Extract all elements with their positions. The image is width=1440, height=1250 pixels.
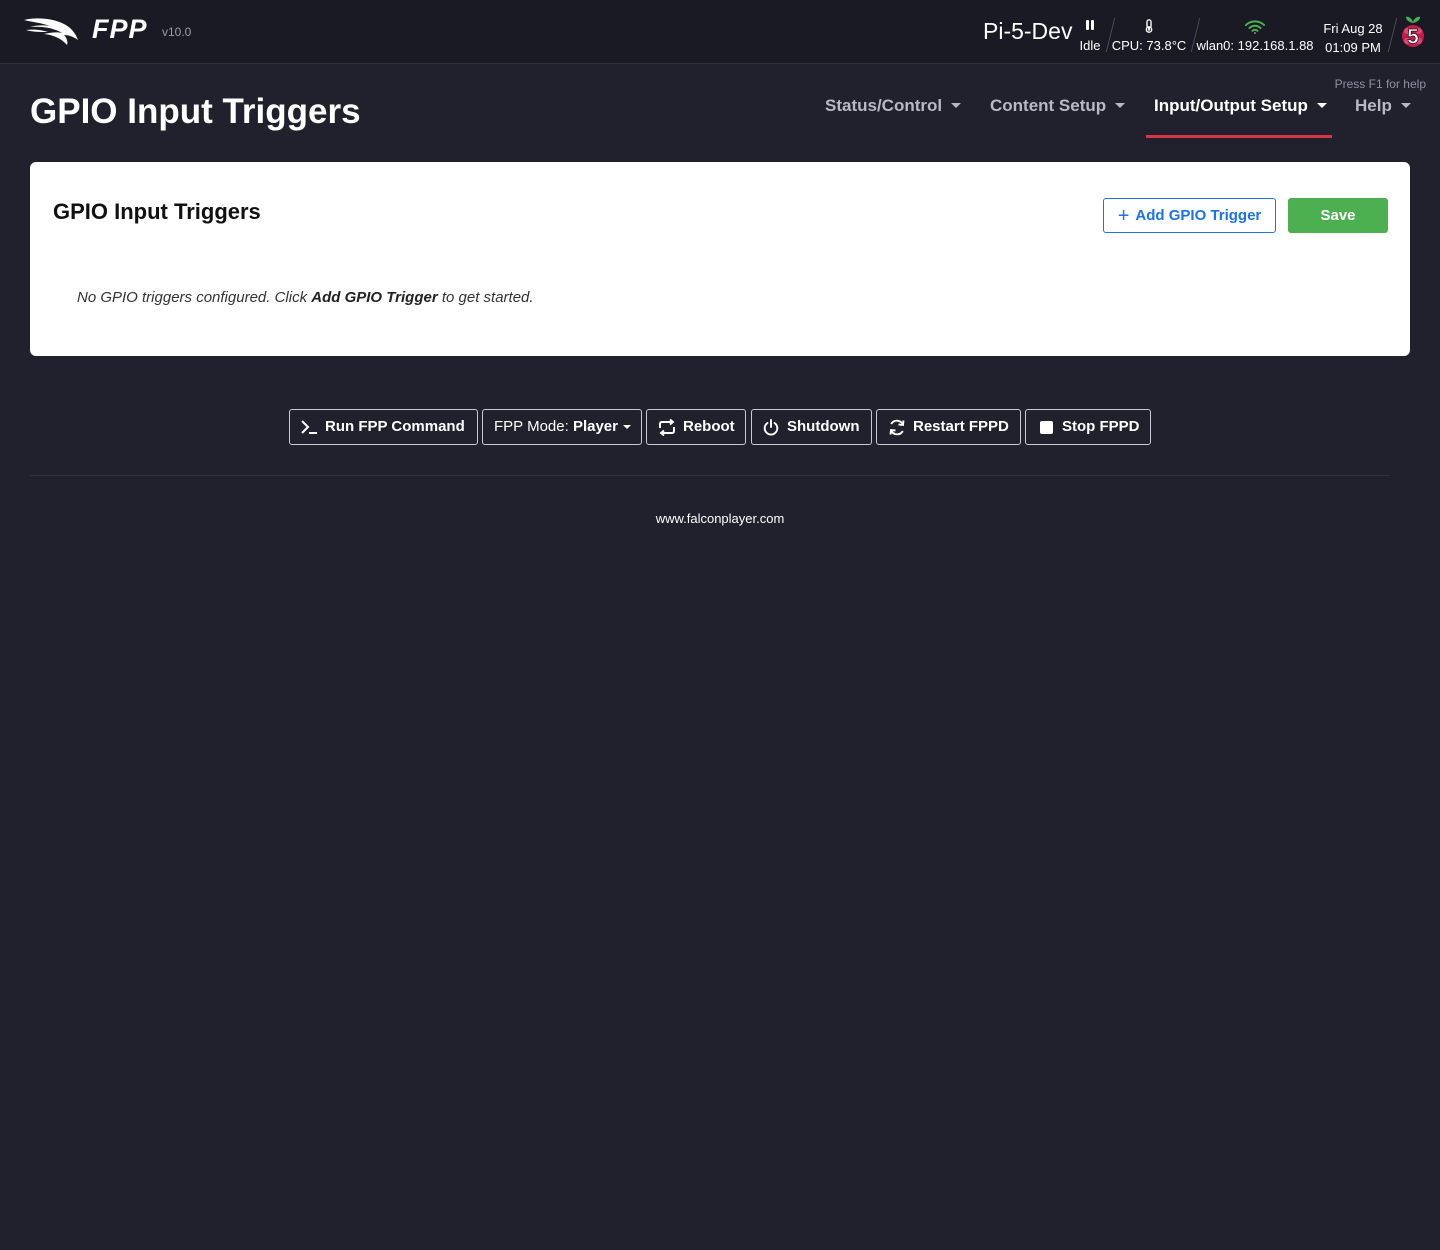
wifi-icon	[1245, 20, 1265, 34]
nav-item-label: Status/Control	[825, 96, 943, 115]
caret-down-icon	[1115, 103, 1126, 108]
reboot-icon	[659, 419, 675, 436]
add-gpio-trigger-button[interactable]: + Add GPIO Trigger	[1103, 198, 1276, 233]
terminal-icon	[301, 420, 317, 434]
caret-down-icon	[623, 425, 631, 429]
page-title: GPIO Input Triggers	[30, 92, 361, 131]
top-bar: FPP v10.0 Pi-5-Dev Idle CPU: 73.8°C wlan…	[0, 0, 1440, 64]
help-hint: Press F1 for help	[1334, 77, 1426, 91]
add-gpio-trigger-label: Add GPIO Trigger	[1135, 207, 1262, 224]
date-time: Fri Aug 28 01:09 PM	[1320, 19, 1386, 57]
player-status-label: Idle	[1079, 38, 1101, 53]
nav-item-label: Content Setup	[990, 96, 1107, 115]
player-status[interactable]: Idle	[1078, 16, 1102, 53]
caret-down-icon	[1400, 103, 1411, 108]
status-divider	[1387, 18, 1398, 52]
restart-fppd-label: Restart FPPD	[913, 418, 1009, 435]
stop-fppd-button[interactable]: Stop FPPD	[1025, 409, 1151, 445]
raspberry-pi-5-icon[interactable]: 5	[1398, 14, 1428, 50]
plus-icon: +	[1117, 205, 1130, 227]
cpu-temperature[interactable]: CPU: 73.8°C	[1110, 16, 1188, 53]
nav-input-output-setup[interactable]: Input/Output Setup	[1146, 96, 1332, 138]
gpio-triggers-card: GPIO Input Triggers + Add GPIO Trigger Sa…	[30, 162, 1410, 356]
empty-state-message: No GPIO triggers configured. Click Add G…	[77, 289, 534, 306]
power-icon	[763, 419, 779, 436]
fpp-mode-label: FPP Mode:	[494, 418, 569, 435]
version-label: v10.0	[162, 25, 192, 39]
caret-down-icon	[1316, 103, 1327, 108]
empty-message-emphasis: Add GPIO Trigger	[311, 289, 438, 306]
card-title: GPIO Input Triggers	[53, 199, 261, 224]
falcon-logo-icon[interactable]	[22, 16, 80, 46]
empty-message-text: No GPIO triggers configured. Click	[77, 289, 312, 306]
restart-icon	[889, 419, 905, 436]
save-button[interactable]: Save	[1288, 198, 1388, 233]
thermometer-icon	[1145, 19, 1153, 33]
reboot-label: Reboot	[683, 418, 735, 435]
nav-item-label: Input/Output Setup	[1154, 96, 1308, 115]
reboot-button[interactable]: Reboot	[646, 409, 746, 445]
app-logo-text[interactable]: FPP	[92, 14, 148, 45]
platform-badge-text: 5	[1407, 26, 1419, 49]
caret-down-icon	[951, 103, 962, 108]
shutdown-label: Shutdown	[787, 418, 860, 435]
falconplayer-link[interactable]: www.falconplayer.com	[0, 511, 1440, 526]
current-time: 01:09 PM	[1325, 40, 1381, 55]
network-status[interactable]: wlan0: 192.168.1.88	[1196, 16, 1314, 53]
stop-icon	[1040, 421, 1053, 434]
pause-icon	[1085, 20, 1095, 30]
cpu-temperature-label: CPU: 73.8°C	[1111, 38, 1187, 53]
nav-item-label: Help	[1355, 96, 1392, 115]
shutdown-button[interactable]: Shutdown	[751, 409, 872, 445]
fpp-mode-dropdown[interactable]: FPP Mode: Player	[482, 409, 642, 445]
host-name: Pi-5-Dev	[983, 18, 1073, 44]
nav-content-setup[interactable]: Content Setup	[990, 96, 1126, 138]
network-status-label: wlan0: 192.168.1.88	[1196, 38, 1314, 53]
current-date: Fri Aug 28	[1323, 21, 1383, 36]
nav-help[interactable]: Help	[1355, 96, 1411, 138]
fpp-mode-value: Player	[572, 418, 618, 435]
stop-fppd-label: Stop FPPD	[1062, 418, 1140, 435]
nav-status-control[interactable]: Status/Control	[825, 96, 962, 138]
restart-fppd-button[interactable]: Restart FPPD	[876, 409, 1021, 445]
empty-message-text: to get started.	[437, 289, 534, 306]
run-fpp-command-label: Run FPP Command	[325, 418, 465, 435]
footer-divider	[30, 475, 1390, 476]
run-fpp-command-button[interactable]: Run FPP Command	[289, 409, 478, 445]
